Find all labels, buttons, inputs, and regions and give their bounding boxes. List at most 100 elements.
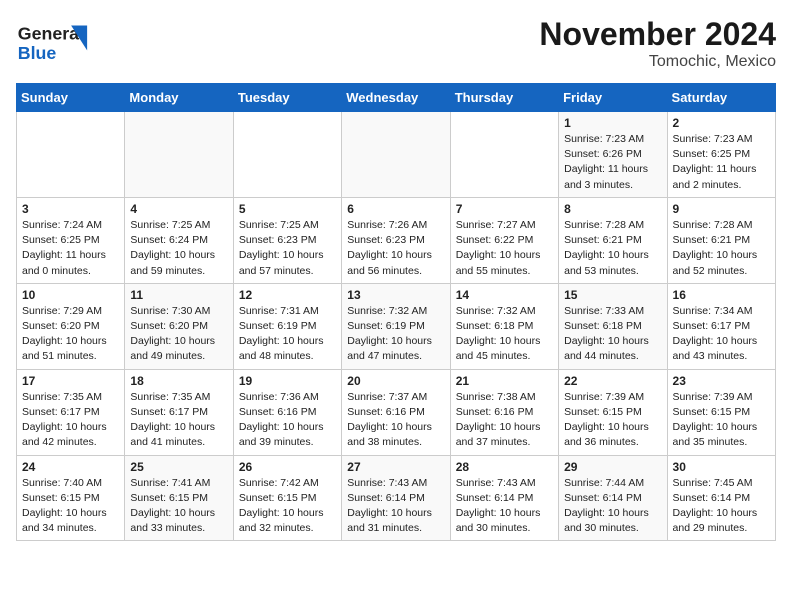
location: Tomochic, Mexico: [539, 53, 776, 71]
day-info: Sunrise: 7:28 AM Sunset: 6:21 PM Dayligh…: [564, 218, 661, 279]
calendar-body: 1 Sunrise: 7:23 AM Sunset: 6:26 PM Daylig…: [17, 112, 776, 541]
calendar-table: SundayMondayTuesdayWednesdayThursdayFrid…: [16, 83, 776, 541]
day-info: Sunrise: 7:44 AM Sunset: 6:14 PM Dayligh…: [564, 476, 661, 537]
day-number: 27: [347, 460, 444, 474]
calendar-cell: [233, 112, 341, 198]
day-number: 17: [22, 374, 119, 388]
calendar-cell: [450, 112, 558, 198]
calendar-cell: 22 Sunrise: 7:39 AM Sunset: 6:15 PM Dayli…: [559, 369, 667, 455]
header-cell-friday: Friday: [559, 84, 667, 112]
day-info: Sunrise: 7:23 AM Sunset: 6:25 PM Dayligh…: [673, 132, 770, 193]
day-number: 19: [239, 374, 336, 388]
day-number: 5: [239, 202, 336, 216]
calendar-header: SundayMondayTuesdayWednesdayThursdayFrid…: [17, 84, 776, 112]
day-number: 8: [564, 202, 661, 216]
calendar-cell: 14 Sunrise: 7:32 AM Sunset: 6:18 PM Dayli…: [450, 283, 558, 369]
day-info: Sunrise: 7:24 AM Sunset: 6:25 PM Dayligh…: [22, 218, 119, 279]
day-number: 30: [673, 460, 770, 474]
day-info: Sunrise: 7:32 AM Sunset: 6:18 PM Dayligh…: [456, 304, 553, 365]
day-info: Sunrise: 7:23 AM Sunset: 6:26 PM Dayligh…: [564, 132, 661, 193]
day-number: 1: [564, 116, 661, 130]
day-number: 15: [564, 288, 661, 302]
calendar-week-5: 24Sunrise: 7:40 AM Sunset: 6:15 PM Dayli…: [17, 455, 776, 541]
day-number: 18: [130, 374, 227, 388]
day-info: Sunrise: 7:45 AM Sunset: 6:14 PM Dayligh…: [673, 476, 770, 537]
day-number: 6: [347, 202, 444, 216]
calendar-cell: 24Sunrise: 7:40 AM Sunset: 6:15 PM Dayli…: [17, 455, 125, 541]
svg-text:Blue: Blue: [18, 43, 57, 63]
calendar-cell: 26Sunrise: 7:42 AM Sunset: 6:15 PM Dayli…: [233, 455, 341, 541]
calendar-cell: 18 Sunrise: 7:35 AM Sunset: 6:17 PM Dayli…: [125, 369, 233, 455]
header-row: SundayMondayTuesdayWednesdayThursdayFrid…: [17, 84, 776, 112]
calendar-cell: 8 Sunrise: 7:28 AM Sunset: 6:21 PM Daylig…: [559, 197, 667, 283]
day-number: 22: [564, 374, 661, 388]
day-info: Sunrise: 7:25 AM Sunset: 6:24 PM Dayligh…: [130, 218, 227, 279]
calendar-cell: 10Sunrise: 7:29 AM Sunset: 6:20 PM Dayli…: [17, 283, 125, 369]
month-title: November 2024: [539, 16, 776, 53]
day-number: 10: [22, 288, 119, 302]
day-number: 12: [239, 288, 336, 302]
calendar-cell: 28 Sunrise: 7:43 AM Sunset: 6:14 PM Dayli…: [450, 455, 558, 541]
day-number: 28: [456, 460, 553, 474]
calendar-cell: 27 Sunrise: 7:43 AM Sunset: 6:14 PM Dayli…: [342, 455, 450, 541]
calendar-cell: 2 Sunrise: 7:23 AM Sunset: 6:25 PM Daylig…: [667, 112, 775, 198]
calendar-cell: 7Sunrise: 7:27 AM Sunset: 6:22 PM Daylig…: [450, 197, 558, 283]
calendar-cell: 13 Sunrise: 7:32 AM Sunset: 6:19 PM Dayli…: [342, 283, 450, 369]
day-number: 2: [673, 116, 770, 130]
day-number: 16: [673, 288, 770, 302]
day-info: Sunrise: 7:36 AM Sunset: 6:16 PM Dayligh…: [239, 390, 336, 451]
day-info: Sunrise: 7:39 AM Sunset: 6:15 PM Dayligh…: [673, 390, 770, 451]
page-header: General Blue November 2024 Tomochic, Mex…: [16, 16, 776, 71]
calendar-cell: 12Sunrise: 7:31 AM Sunset: 6:19 PM Dayli…: [233, 283, 341, 369]
day-info: Sunrise: 7:42 AM Sunset: 6:15 PM Dayligh…: [239, 476, 336, 537]
day-info: Sunrise: 7:38 AM Sunset: 6:16 PM Dayligh…: [456, 390, 553, 451]
day-info: Sunrise: 7:27 AM Sunset: 6:22 PM Dayligh…: [456, 218, 553, 279]
calendar-cell: 9 Sunrise: 7:28 AM Sunset: 6:21 PM Daylig…: [667, 197, 775, 283]
day-info: Sunrise: 7:43 AM Sunset: 6:14 PM Dayligh…: [456, 476, 553, 537]
day-info: Sunrise: 7:32 AM Sunset: 6:19 PM Dayligh…: [347, 304, 444, 365]
header-cell-wednesday: Wednesday: [342, 84, 450, 112]
day-info: Sunrise: 7:35 AM Sunset: 6:17 PM Dayligh…: [130, 390, 227, 451]
day-info: Sunrise: 7:25 AM Sunset: 6:23 PM Dayligh…: [239, 218, 336, 279]
header-cell-thursday: Thursday: [450, 84, 558, 112]
calendar-cell: 3 Sunrise: 7:24 AM Sunset: 6:25 PM Daylig…: [17, 197, 125, 283]
calendar-cell: 16 Sunrise: 7:34 AM Sunset: 6:17 PM Dayli…: [667, 283, 775, 369]
day-info: Sunrise: 7:39 AM Sunset: 6:15 PM Dayligh…: [564, 390, 661, 451]
day-number: 11: [130, 288, 227, 302]
calendar-cell: [17, 112, 125, 198]
day-info: Sunrise: 7:35 AM Sunset: 6:17 PM Dayligh…: [22, 390, 119, 451]
calendar-cell: 23 Sunrise: 7:39 AM Sunset: 6:15 PM Dayli…: [667, 369, 775, 455]
calendar-cell: 25 Sunrise: 7:41 AM Sunset: 6:15 PM Dayli…: [125, 455, 233, 541]
day-number: 20: [347, 374, 444, 388]
calendar-cell: 6Sunrise: 7:26 AM Sunset: 6:23 PM Daylig…: [342, 197, 450, 283]
logo-svg: General Blue: [16, 16, 96, 66]
day-number: 24: [22, 460, 119, 474]
header-cell-tuesday: Tuesday: [233, 84, 341, 112]
calendar-cell: 30 Sunrise: 7:45 AM Sunset: 6:14 PM Dayli…: [667, 455, 775, 541]
calendar-cell: 20Sunrise: 7:37 AM Sunset: 6:16 PM Dayli…: [342, 369, 450, 455]
calendar-cell: 29 Sunrise: 7:44 AM Sunset: 6:14 PM Dayli…: [559, 455, 667, 541]
day-info: Sunrise: 7:33 AM Sunset: 6:18 PM Dayligh…: [564, 304, 661, 365]
day-number: 14: [456, 288, 553, 302]
calendar-cell: 17 Sunrise: 7:35 AM Sunset: 6:17 PM Dayli…: [17, 369, 125, 455]
calendar-week-2: 3 Sunrise: 7:24 AM Sunset: 6:25 PM Daylig…: [17, 197, 776, 283]
day-number: 25: [130, 460, 227, 474]
day-info: Sunrise: 7:43 AM Sunset: 6:14 PM Dayligh…: [347, 476, 444, 537]
calendar-week-3: 10Sunrise: 7:29 AM Sunset: 6:20 PM Dayli…: [17, 283, 776, 369]
day-number: 23: [673, 374, 770, 388]
day-number: 13: [347, 288, 444, 302]
day-info: Sunrise: 7:41 AM Sunset: 6:15 PM Dayligh…: [130, 476, 227, 537]
calendar-week-4: 17 Sunrise: 7:35 AM Sunset: 6:17 PM Dayli…: [17, 369, 776, 455]
day-number: 29: [564, 460, 661, 474]
day-info: Sunrise: 7:28 AM Sunset: 6:21 PM Dayligh…: [673, 218, 770, 279]
day-number: 3: [22, 202, 119, 216]
calendar-cell: 5 Sunrise: 7:25 AM Sunset: 6:23 PM Daylig…: [233, 197, 341, 283]
day-info: Sunrise: 7:34 AM Sunset: 6:17 PM Dayligh…: [673, 304, 770, 365]
header-cell-saturday: Saturday: [667, 84, 775, 112]
header-cell-monday: Monday: [125, 84, 233, 112]
day-number: 21: [456, 374, 553, 388]
calendar-cell: [125, 112, 233, 198]
header-cell-sunday: Sunday: [17, 84, 125, 112]
calendar-cell: [342, 112, 450, 198]
day-number: 9: [673, 202, 770, 216]
